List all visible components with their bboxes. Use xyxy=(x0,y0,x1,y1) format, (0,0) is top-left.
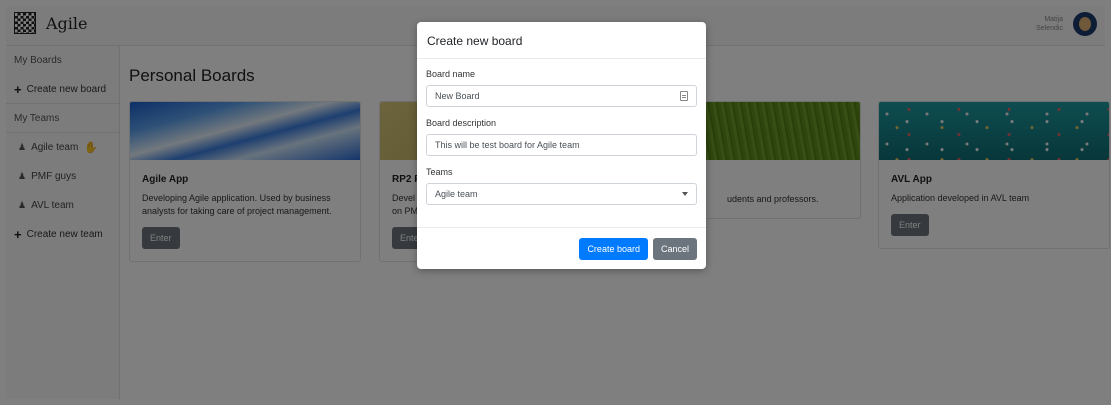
modal-footer: Create board Cancel xyxy=(417,227,706,269)
teams-selected-value: Agile team xyxy=(435,189,478,199)
create-board-modal: Create new board Board name New Board Bo… xyxy=(417,22,706,269)
board-description-label: Board description xyxy=(426,118,497,128)
cancel-button[interactable]: Cancel xyxy=(652,237,697,260)
chevron-down-icon xyxy=(682,192,688,196)
board-description-input[interactable]: This will be test board for Agile team xyxy=(426,134,697,156)
board-description-value: This will be test board for Agile team xyxy=(435,140,580,150)
modal-title: Create new board xyxy=(417,22,706,59)
board-name-value: New Board xyxy=(435,91,480,101)
create-board-button[interactable]: Create board xyxy=(579,237,648,260)
teams-label: Teams xyxy=(426,167,453,177)
board-name-label: Board name xyxy=(426,69,476,79)
modal-body: Board name New Board Board description T… xyxy=(417,59,706,205)
board-name-input[interactable]: New Board xyxy=(426,85,697,107)
autofill-icon[interactable] xyxy=(680,91,688,101)
teams-select[interactable]: Agile team xyxy=(426,183,697,205)
